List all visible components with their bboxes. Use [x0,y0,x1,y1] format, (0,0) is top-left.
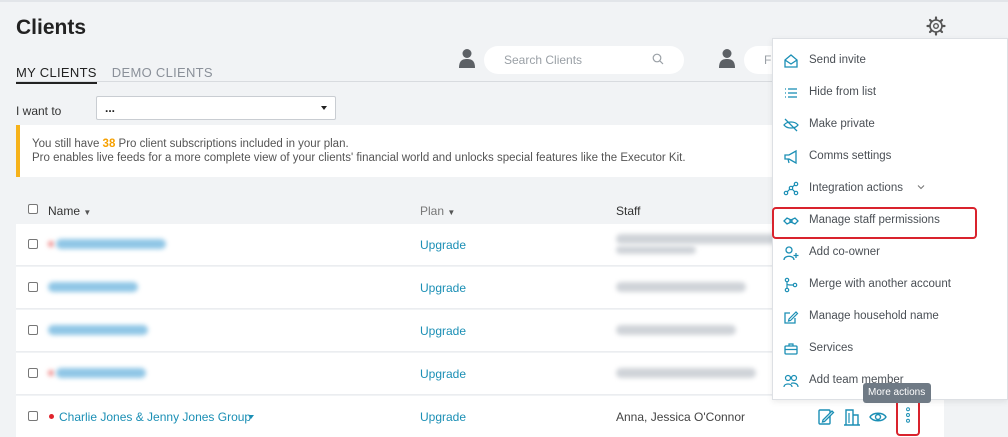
upgrade-link[interactable]: Upgrade [420,367,466,381]
client-name-link[interactable]: Charlie Jones & Jenny Jones Group [59,410,251,424]
chevron-down-icon[interactable] [248,415,254,419]
menu-item-merge-account[interactable]: Merge with another account [773,269,1008,301]
menu-item-add-co-owner[interactable]: Add co-owner [773,237,1008,269]
redacted-staff [616,282,746,292]
redacted-staff [616,325,736,335]
menu-item-integration-actions[interactable]: Integration actions [773,173,1008,205]
redacted-client-name[interactable] [56,239,166,249]
person-icon [459,49,475,68]
menu-item-hide-from-list[interactable]: Hide from list [773,77,1008,109]
pro-banner: You still have 38 Pro client subscriptio… [16,125,786,177]
caret-down-icon [321,106,327,110]
banner-line-2: Pro enables live feeds for a more comple… [32,152,686,164]
column-header-plan[interactable]: Plan ▼ [420,204,455,218]
row-checkbox[interactable] [28,368,38,378]
column-header-staff: Staff [616,204,641,218]
more-actions-tooltip: More actions [863,383,931,403]
redacted-client-name[interactable] [56,368,146,378]
menu-item-services[interactable]: Services [773,333,1008,365]
select-all-checkbox[interactable] [28,204,38,214]
page-title: Clients [16,16,87,39]
user-plus-icon [783,246,799,261]
chevron-down-icon [917,185,925,190]
sort-arrow-icon: ▼ [83,208,92,217]
want-select[interactable]: ... [96,96,336,120]
users-icon [783,374,799,388]
menu-item-make-private[interactable]: Make private [773,109,1008,141]
row-checkbox[interactable] [28,239,38,249]
staff-person-icon [719,49,735,68]
search-clients[interactable]: Search Clients [484,46,684,74]
client-status-dot [49,414,54,419]
envelope-open-icon [784,54,798,68]
top-border [0,0,1008,2]
merge-icon [784,277,798,293]
upgrade-link[interactable]: Upgrade [420,238,466,252]
sort-arrow-icon: ▼ [447,208,456,217]
share-nodes-icon [783,181,799,196]
edit-document-icon[interactable] [817,408,835,426]
redacted-status [48,241,54,247]
building-icon[interactable] [843,408,861,426]
menu-item-comms-settings[interactable]: Comms settings [773,141,1008,173]
upgrade-link[interactable]: Upgrade [420,324,466,338]
subscription-count: 38 [102,138,116,150]
menu-item-send-invite[interactable]: Send invite [773,45,1008,77]
briefcase-icon [784,343,798,355]
redacted-client-name[interactable] [48,325,148,335]
want-select-value: ... [105,101,116,115]
redacted-client-name[interactable] [48,282,138,292]
row-checkbox[interactable] [28,325,38,335]
more-actions-highlight [896,398,920,436]
list-icon [785,88,797,98]
want-label: I want to [16,104,62,118]
eye-icon[interactable] [869,408,887,426]
search-icon[interactable] [652,53,664,65]
upgrade-link[interactable]: Upgrade [420,281,466,295]
table-row[interactable]: Charlie Jones & Jenny Jones Group Upgrad… [16,396,944,437]
gear-icon[interactable] [926,16,946,36]
search-input[interactable]: Search Clients [504,53,582,67]
banner-line-1: You still have 38 Pro client subscriptio… [32,138,349,150]
eye-slash-icon [783,118,799,132]
staff-names: Anna, Jessica O'Connor [616,410,746,424]
redacted-staff [616,368,756,378]
menu-item-manage-household-name[interactable]: Manage household name [773,301,1008,333]
redacted-status [48,370,54,376]
row-checkbox[interactable] [28,411,38,421]
tabs-divider [16,81,786,82]
upgrade-link[interactable]: Upgrade [420,410,466,424]
manage-staff-highlight [772,207,977,239]
edit-icon [784,311,799,324]
redacted-staff [616,246,696,254]
row-checkbox[interactable] [28,282,38,292]
column-header-name[interactable]: Name ▼ [48,204,91,218]
megaphone-icon [784,149,797,165]
